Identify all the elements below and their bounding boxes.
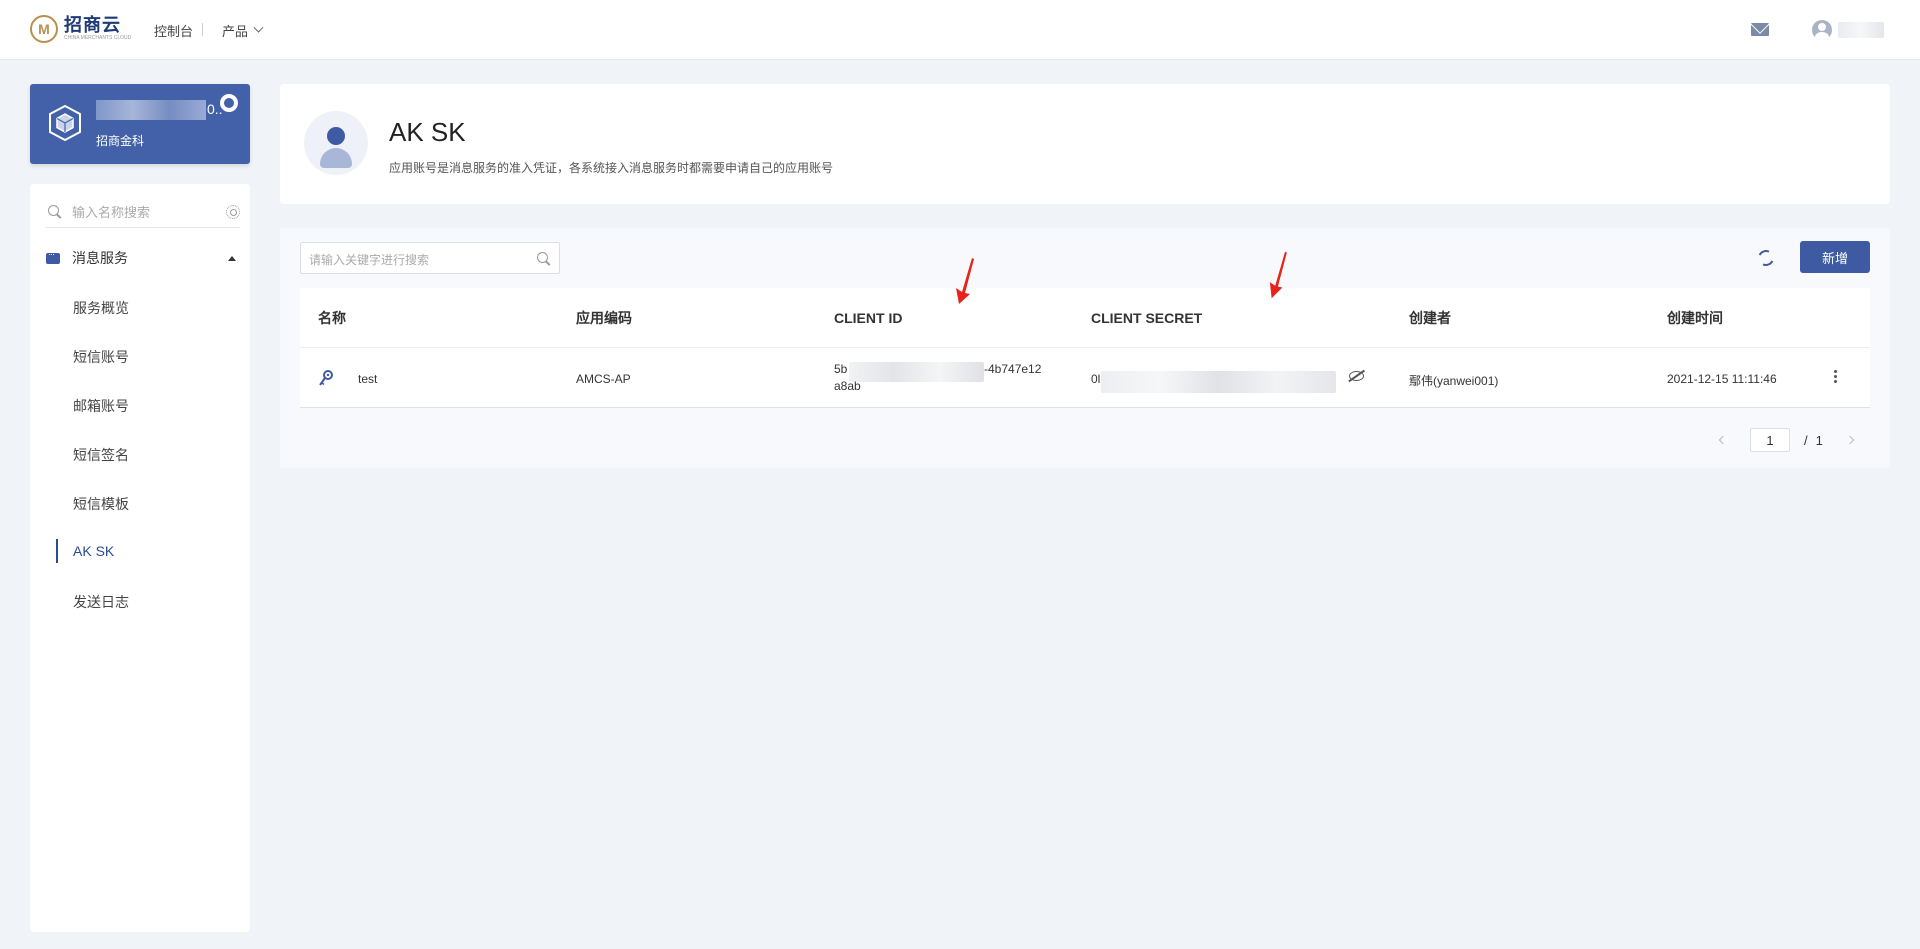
sidebar-item-send-log[interactable]: 发送日志 (73, 592, 129, 612)
search-icon[interactable] (537, 252, 551, 266)
sidebar: 输入名称搜索 消息服务 服务概览 短信账号 邮箱账号 短信签名 短信模板 AK … (30, 184, 250, 932)
nav-products-label: 产品 (222, 24, 249, 39)
account-id-redacted (96, 100, 206, 120)
client-secret-redacted (1101, 371, 1336, 393)
page-separator: / (1804, 432, 1808, 448)
column-header-name: 名称 (318, 309, 346, 326)
sidebar-search[interactable]: 输入名称搜索 (46, 196, 240, 228)
user-icon (304, 111, 368, 175)
row-app-code: AMCS-AP (576, 372, 631, 386)
page-title: AK SK (389, 117, 466, 147)
column-header-creator: 创建者 (1409, 309, 1451, 326)
account-name: 招商金科 (96, 134, 145, 148)
logo-subtitle: CHINA MERCHANTS CLOUD (64, 34, 132, 41)
annotation-arrow-client-secret (1269, 251, 1287, 299)
more-actions-icon[interactable] (1834, 370, 1837, 383)
logo[interactable]: M 招商云 CHINA MERCHANTS CLOUD (30, 15, 131, 43)
table-card: 请输入关键字进行搜索 新增 名称 应用编码 CLIENT ID CLIENT S… (280, 228, 1890, 468)
table-search-input[interactable]: 请输入关键字进行搜索 (300, 242, 560, 274)
row-created-at: 2021-12-15 11:11:46 (1667, 372, 1777, 386)
chevron-down-icon (253, 22, 264, 33)
page-number-input[interactable] (1750, 428, 1790, 452)
column-header-client-id: CLIENT ID (834, 309, 903, 326)
page-header-card: AK SK 应用账号是消息服务的准入凭证，各系统接入消息服务时都需要申请自己的应… (280, 84, 1890, 204)
chevron-right-icon[interactable] (1845, 435, 1855, 445)
table-row[interactable]: test AMCS-AP 5b -4b747e12 a8ab 0l 鄢伟(yan… (300, 348, 1870, 408)
switch-account-icon[interactable] (220, 94, 238, 112)
client-id-redacted (849, 362, 984, 382)
sidebar-item-ak-sk[interactable]: AK SK (73, 543, 114, 559)
page-description: 应用账号是消息服务的准入凭证，各系统接入消息服务时都需要申请自己的应用账号 (389, 161, 834, 175)
user-name-redacted[interactable] (1838, 22, 1884, 38)
data-table: 名称 应用编码 CLIENT ID CLIENT SECRET 创建者 创建时间… (300, 288, 1870, 408)
eye-off-icon[interactable] (1349, 371, 1364, 381)
sidebar-item-overview[interactable]: 服务概览 (73, 298, 129, 318)
logo-name: 招商云 (64, 14, 121, 36)
column-header-client-secret: CLIENT SECRET (1091, 309, 1203, 326)
active-indicator (56, 539, 58, 563)
top-bar: M 招商云 CHINA MERCHANTS CLOUD 控制台 产品 (0, 0, 1920, 60)
row-creator: 鄢伟(yanwei001) (1409, 374, 1499, 388)
page-total: 1 (1815, 432, 1823, 448)
logo-icon: M (30, 15, 58, 43)
sidebar-group-message-service[interactable]: 消息服务 (46, 248, 240, 268)
nav-divider (202, 23, 203, 36)
cube-icon (49, 104, 81, 142)
account-card[interactable]: 0.. 招商金科 (30, 84, 250, 164)
gear-icon[interactable] (226, 204, 240, 219)
message-icon (46, 249, 60, 264)
column-header-created-at: 创建时间 (1667, 309, 1723, 326)
refresh-icon[interactable] (1755, 247, 1777, 269)
column-header-app-code: 应用编码 (576, 309, 632, 326)
client-secret-start: 0l (1091, 372, 1101, 386)
row-name[interactable]: test (358, 372, 377, 386)
client-id-line1-start: 5b (834, 362, 848, 376)
pagination: / 1 (1718, 428, 1855, 452)
nav-console-link[interactable]: 控制台 (154, 21, 193, 40)
key-icon (319, 370, 333, 386)
client-id-line1-end: -4b747e12 (984, 362, 1042, 376)
sidebar-item-sms-signature[interactable]: 短信签名 (73, 445, 129, 465)
chevron-left-icon[interactable] (1718, 435, 1728, 445)
add-button[interactable]: 新增 (1800, 241, 1870, 273)
row-client-id: 5b -4b747e12 a8ab (834, 362, 1054, 396)
sidebar-item-sms-account[interactable]: 短信账号 (73, 347, 129, 367)
mail-icon[interactable] (1751, 23, 1769, 36)
caret-up-icon (228, 255, 236, 261)
sidebar-item-sms-template[interactable]: 短信模板 (73, 494, 129, 514)
client-id-line2: a8ab (834, 379, 861, 393)
nav-products-dropdown[interactable]: 产品 (222, 21, 264, 40)
row-client-secret: 0l (1091, 366, 1341, 396)
search-icon (48, 204, 62, 219)
user-avatar-icon[interactable] (1812, 20, 1832, 40)
sidebar-group-label: 消息服务 (72, 250, 128, 266)
annotation-arrow-client-id (956, 258, 974, 304)
table-header: 名称 应用编码 CLIENT ID CLIENT SECRET 创建者 创建时间 (300, 288, 1870, 348)
sidebar-search-input[interactable]: 输入名称搜索 (72, 202, 226, 221)
table-search-placeholder: 请输入关键字进行搜索 (309, 253, 430, 267)
sidebar-item-email-account[interactable]: 邮箱账号 (73, 396, 129, 416)
